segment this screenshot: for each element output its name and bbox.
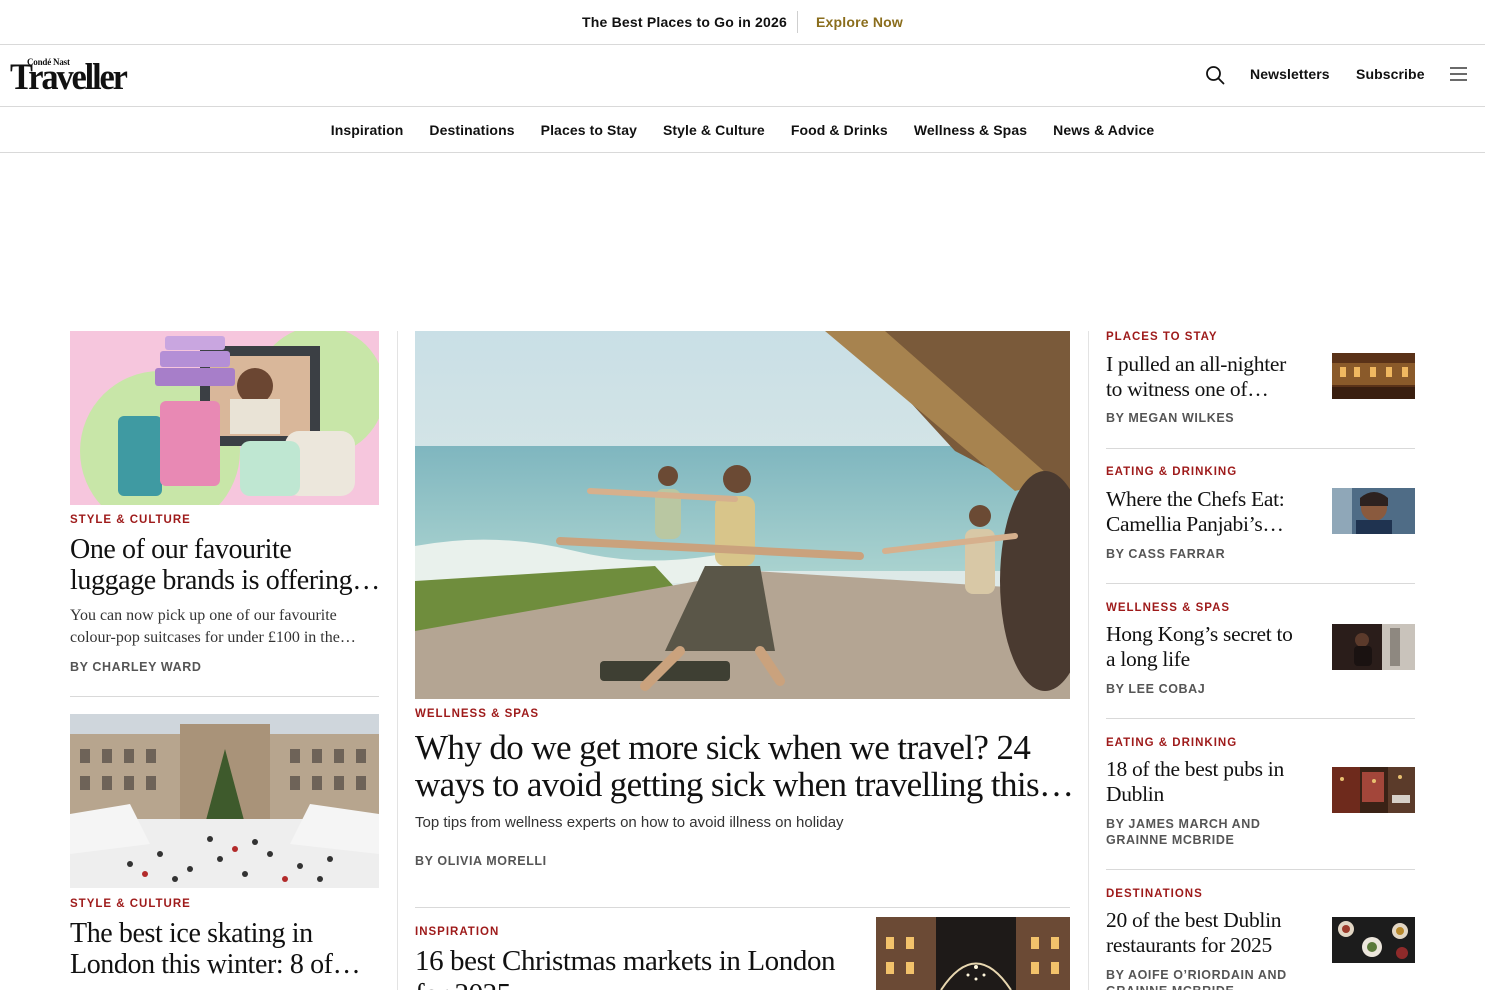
- feature-dek: Top tips from wellness experts on how to…: [415, 814, 844, 831]
- right-item-4-byline: By James March and Grainne McBride: [1106, 817, 1261, 847]
- left-item-1-byline: By Charley Ward: [70, 660, 202, 674]
- right-divider-1: [1106, 448, 1415, 449]
- left-item-1-rubric[interactable]: Style & Culture: [70, 514, 191, 526]
- left-item-1-headline[interactable]: One of our favourite luggage brands is o…: [70, 534, 380, 596]
- right-item-5-headline[interactable]: 20 of the best Dublin restaurants for 20…: [1106, 908, 1306, 957]
- column-rule-right: [1088, 331, 1089, 990]
- promo-separator: [797, 11, 798, 33]
- right-item-1-headline[interactable]: I pulled an all-nighter to witness one o…: [1106, 352, 1306, 401]
- newsletters-link[interactable]: Newsletters: [1250, 66, 1330, 82]
- right-item-4-rubric[interactable]: Eating & Drinking: [1106, 737, 1237, 749]
- hamburger-menu-icon[interactable]: [1450, 67, 1467, 81]
- logo-wordmark: Traveller: [10, 57, 128, 98]
- right-item-5-rubric[interactable]: Destinations: [1106, 888, 1203, 900]
- main-nav: Inspiration Destinations Places to Stay …: [0, 107, 1485, 153]
- nav-news-advice[interactable]: News & Advice: [1053, 122, 1154, 138]
- main-item-2-rubric[interactable]: Inspiration: [415, 926, 499, 938]
- main-item-2-headline[interactable]: 16 best Christmas markets in London for …: [415, 945, 855, 990]
- main-divider: [415, 907, 1070, 908]
- right-item-4-headline[interactable]: 18 of the best pubs in Dublin: [1106, 757, 1306, 806]
- explore-now-link[interactable]: Explore Now: [816, 14, 903, 30]
- right-divider-4: [1106, 869, 1415, 870]
- right-item-2-image[interactable]: [1332, 488, 1415, 534]
- right-divider-3: [1106, 718, 1415, 719]
- nav-food-drinks[interactable]: Food & Drinks: [791, 122, 888, 138]
- right-item-3-headline[interactable]: Hong Kong’s secret to a long life: [1106, 622, 1306, 671]
- nav-style-culture[interactable]: Style & Culture: [663, 122, 765, 138]
- right-item-3-image[interactable]: [1332, 624, 1415, 670]
- right-item-5-image[interactable]: [1332, 917, 1415, 963]
- right-item-1-image[interactable]: [1332, 353, 1415, 399]
- right-item-3-byline: By Lee Cobaj: [1106, 682, 1206, 696]
- left-item-2-rubric[interactable]: Style & Culture: [70, 898, 191, 910]
- right-item-2-byline: By Cass Farrar: [1106, 547, 1226, 561]
- right-item-2-headline[interactable]: Where the Chefs Eat: Camellia Panjabi’s…: [1106, 487, 1306, 536]
- left-divider: [70, 696, 379, 697]
- right-item-4-image[interactable]: [1332, 767, 1415, 813]
- right-item-1-byline: By Megan Wilkes: [1106, 411, 1235, 425]
- right-item-1-rubric[interactable]: Places to Stay: [1106, 331, 1218, 343]
- nav-places-to-stay[interactable]: Places to Stay: [541, 122, 637, 138]
- subscribe-link[interactable]: Subscribe: [1356, 66, 1425, 82]
- left-item-1-dek: You can now pick up one of our favourite…: [70, 607, 356, 646]
- right-item-5-byline: By Aoife O’Riordain and Grainne McBride: [1106, 968, 1287, 990]
- ice-skating-story-image[interactable]: [70, 714, 379, 888]
- site-logo[interactable]: Condé Nast Traveller: [10, 57, 128, 96]
- promo-text: The Best Places to Go in 2026: [582, 14, 787, 30]
- luggage-story-image[interactable]: [70, 331, 379, 505]
- feature-rubric[interactable]: Wellness & Spas: [415, 708, 539, 720]
- feature-headline[interactable]: Why do we get more sick when we travel? …: [415, 729, 1075, 803]
- search-icon[interactable]: [1205, 65, 1225, 85]
- promo-bar: The Best Places to Go in 2026 Explore No…: [0, 0, 1485, 45]
- left-item-2-headline[interactable]: The best ice skating in London this wint…: [70, 918, 380, 980]
- feature-byline: By Olivia Morelli: [415, 854, 547, 868]
- right-divider-2: [1106, 583, 1415, 584]
- site-header: Condé Nast Traveller Newsletters Subscri…: [0, 45, 1485, 107]
- nav-destinations[interactable]: Destinations: [429, 122, 514, 138]
- nav-inspiration[interactable]: Inspiration: [331, 122, 404, 138]
- column-rule-left: [397, 331, 398, 990]
- yoga-beach-hero-image[interactable]: [415, 331, 1070, 699]
- right-item-2-rubric[interactable]: Eating & Drinking: [1106, 466, 1237, 478]
- christmas-market-image[interactable]: [876, 917, 1070, 990]
- right-item-3-rubric[interactable]: Wellness & Spas: [1106, 602, 1230, 614]
- nav-wellness-spas[interactable]: Wellness & Spas: [914, 122, 1027, 138]
